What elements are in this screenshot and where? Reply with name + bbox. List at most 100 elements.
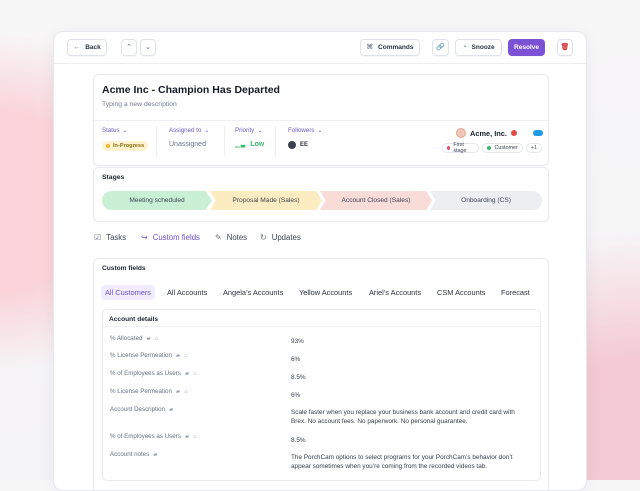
comment-icon: ▰ [184,433,190,440]
comment-icon: ▰ [184,370,190,377]
commands-label: Commands [378,44,414,51]
field-label-employees-users: % of Employees as Users ▰ ⌂ [110,370,197,377]
followers-field[interactable]: Followers ⌄ EE [280,121,340,166]
field-value-account-description[interactable]: Scale faster when you replace your busin… [291,408,535,426]
comment-icon: ▰ [175,352,181,359]
notes-line: The PorchCam options to select programs … [291,454,513,461]
stage-label: Account Closed (Sales) [341,197,411,204]
field-label-allocated: % Allocated ▰ ⌂ [110,335,158,342]
customer-block[interactable]: Acme, Inc. [456,127,546,139]
tag-label: Customer [494,145,518,151]
snooze-button[interactable]: ◔ Snooze [455,39,502,56]
field-label-text: % Allocated [110,335,143,342]
subtab-angelas-accounts[interactable]: Angela’s Accounts [219,285,287,300]
tag-customer[interactable]: Customer [482,143,523,153]
field-label-license-permeation-2: % License Permeation ▰ ⌂ [110,388,188,395]
delete-button[interactable]: 🗑 [557,39,573,56]
copy-link-button[interactable]: 🔗 [432,39,449,56]
previous-button[interactable]: ⌃ [121,39,137,56]
followers-label-row: Followers ⌄ [288,127,323,134]
subtab-yellow-accounts[interactable]: Yellow Accounts [295,285,356,300]
top-toolbar: ← Back ⌃ ⌄ ⌘ Commands 🔗 ◔ Snooze Resolve… [54,32,586,64]
priority-bars-icon: ▁▃ [235,142,247,148]
followers-text: EE [300,142,309,148]
next-button[interactable]: ⌄ [140,39,156,56]
priority-field[interactable]: Priority ⌄ ▁▃ Low [227,121,275,166]
status-field[interactable]: Status ⌄ In-Progress [94,121,156,166]
refresh-icon: ↻ [260,232,267,242]
field-value-account-notes[interactable]: The PorchCam options to select programs … [291,453,535,471]
tag-first-stage[interactable]: First stage [442,142,480,154]
salesforce-icon [532,130,543,136]
notes-line: appear sometimes when you’re coming from… [291,463,488,470]
stages-title: Stages [102,174,125,181]
stage-account-closed[interactable]: Account Closed (Sales) [320,191,432,210]
ticket-title[interactable]: Acme Inc - Champion Has Departed [102,84,280,96]
pencil-icon: ✎ [215,232,222,242]
field-value-license-permeation-2[interactable]: 6% [291,391,535,400]
followers-label: Followers [288,127,315,134]
subtab-all-accounts[interactable]: All Accounts [163,285,211,300]
comment-icon: ▰ [153,451,158,458]
subtab-forecast[interactable]: Forecast [497,285,534,300]
tab-notes[interactable]: ✎ Notes [215,233,247,242]
status-value: In-Progress [102,141,149,151]
chevron-down-icon: ⌄ [122,127,128,134]
comment-icon: ▰ [146,335,151,342]
status-badge: In-Progress [102,141,149,151]
chevron-down-icon: ⌄ [204,127,210,134]
lock-icon: ⌂ [193,433,197,440]
resolve-button[interactable]: Resolve [508,39,545,56]
back-arrow-icon: ← [73,44,81,51]
chevron-down-icon: ⌄ [257,127,263,134]
snooze-label: Snooze [471,44,495,51]
field-label-text: % of Employees as Users [110,433,181,440]
stage-proposal-made[interactable]: Proposal Made (Sales) [210,191,322,210]
lock-icon: ⌂ [184,352,188,359]
field-value-allocated[interactable]: 93% [291,337,535,346]
status-label-row: Status ⌄ [102,127,128,134]
priority-label-row: Priority ⌄ [235,127,262,134]
stage-meeting-scheduled[interactable]: Meeting scheduled [102,191,212,210]
field-value-license-permeation[interactable]: 6% [291,355,535,364]
field-value-employees-users[interactable]: 8.5% [291,373,535,382]
tab-updates[interactable]: ↻ Updates [260,233,301,242]
tag-more[interactable]: +1 [525,143,542,153]
field-label-account-description: Account Description ▰ [110,406,173,413]
description-line: Scale faster when you replace your busin… [291,409,515,416]
back-button[interactable]: ← Back [67,39,107,56]
lock-icon: ⌂ [193,370,197,377]
field-value-employees-users-2[interactable]: 8.5% [291,436,535,445]
ticket-description[interactable]: Typing a new description [102,101,177,108]
stage-label: Onboarding (CS) [461,197,511,204]
subtab-ariels-accounts[interactable]: Ariel’s Accounts [365,285,425,300]
customer-name: Acme, Inc. [470,128,507,138]
chevron-up-icon: ⌃ [126,44,132,51]
divider [224,126,225,156]
assigned-field[interactable]: Assigned to ⌄ Unassigned [161,121,224,166]
custom-fields-icon: ↪ [141,232,148,242]
follower-avatar [288,141,296,149]
stage-onboarding[interactable]: Onboarding (CS) [430,191,542,210]
commands-button[interactable]: ⌘ Commands [360,39,420,56]
comment-icon: ▰ [175,388,181,395]
tab-tasks[interactable]: ☑ Tasks [94,233,126,242]
divider [156,126,157,156]
subtab-all-customers[interactable]: All Customers [101,285,155,300]
field-label-text: % License Permeation [110,352,172,359]
subtab-csm-accounts[interactable]: CSM Accounts [433,285,489,300]
description-line: Brex. No account fees. No paperwork. No … [291,418,468,425]
field-label-account-notes: Account notes ▰ [110,451,158,458]
divider [275,126,276,156]
assigned-label-row: Assigned to ⌄ [169,127,209,134]
field-label-employees-users-2: % of Employees as Users ▰ ⌂ [110,433,197,440]
stages-card: Stages Meeting scheduled Proposal Made (… [93,167,549,222]
status-label: Status [102,127,120,134]
account-view-tabs: All Customers All Accounts Angela’s Acco… [101,285,541,300]
tab-custom-fields[interactable]: ↪ Custom fields [141,233,200,242]
ticket-meta-row: Status ⌄ In-Progress Assigned to ⌄ Unass… [94,120,548,166]
field-label-text: % of Employees as Users [110,370,181,377]
tab-label: Notes [226,233,248,242]
comment-icon: ▰ [169,406,174,413]
custom-fields-card: Custom fields All Customers All Accounts… [93,258,549,490]
